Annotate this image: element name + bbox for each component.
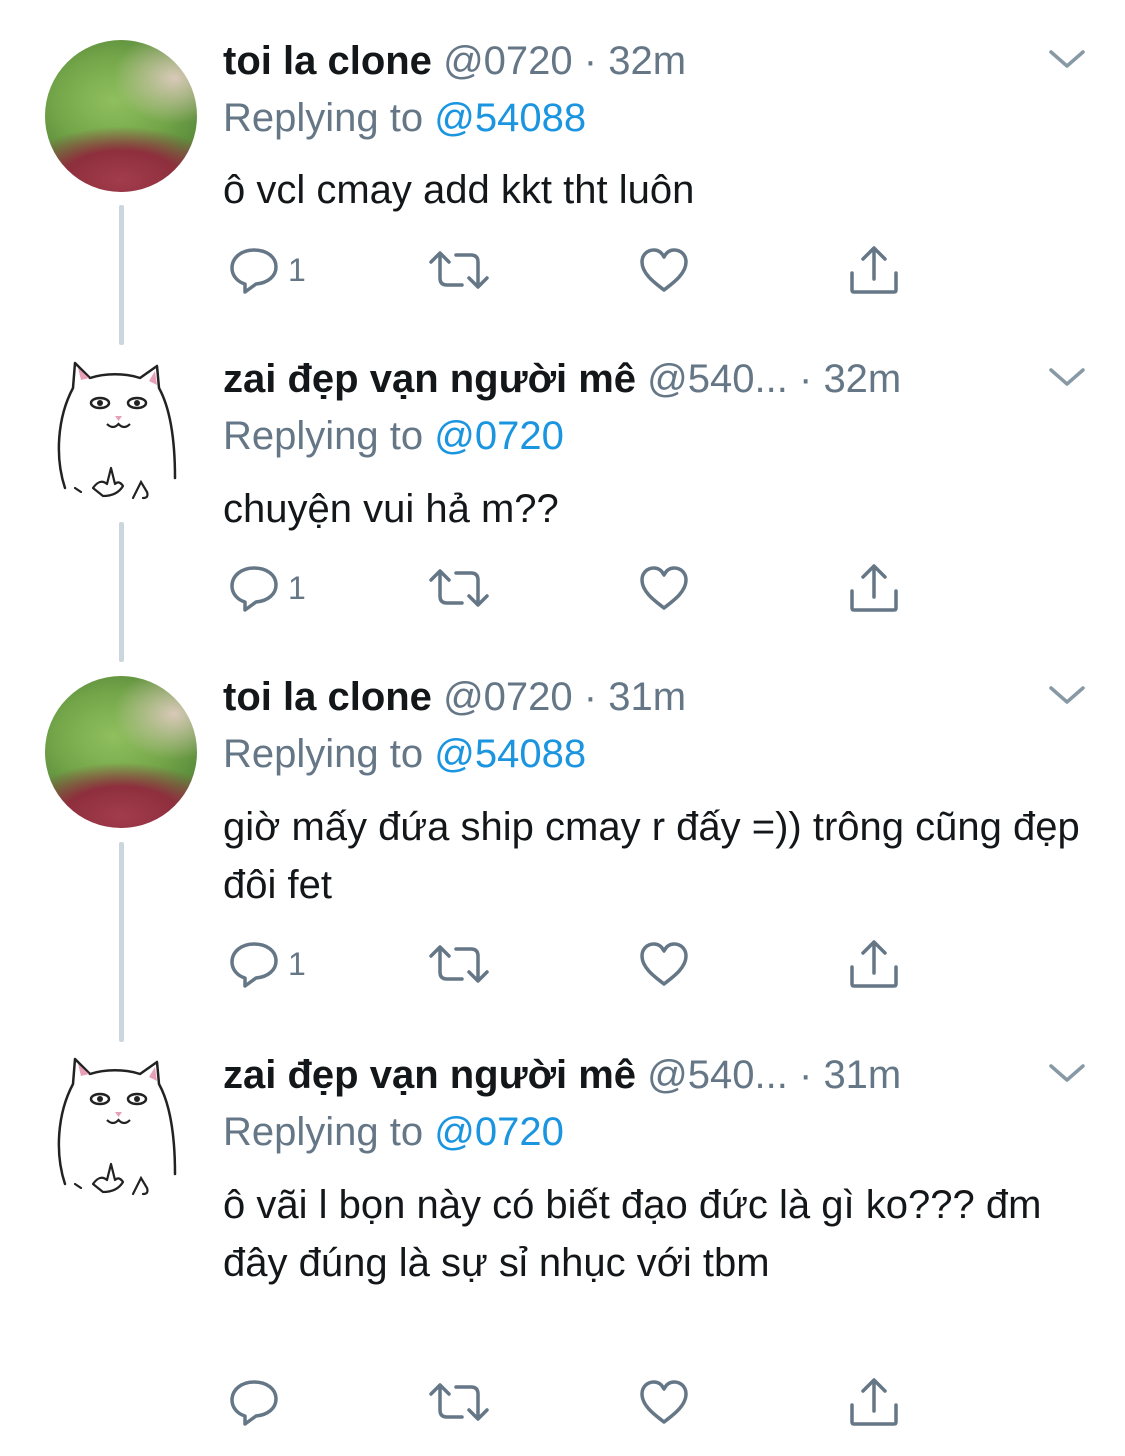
tweet-text: ô vãi l bọn này có biết đạo đức là gì ko… (223, 1183, 1042, 1285)
display-name[interactable]: zai đẹp vạn người mê (223, 1053, 636, 1097)
tweet-text: ô vcl cmay add kkt tht luôn (223, 168, 695, 212)
separator-dot: · (798, 1053, 813, 1097)
avatar[interactable] (45, 40, 197, 192)
retweet-button[interactable] (428, 240, 490, 300)
retweet-icon (429, 1383, 489, 1421)
username-handle[interactable]: @0720 (443, 675, 573, 719)
replying-to-label: Replying to (223, 1110, 424, 1154)
share-icon (850, 246, 898, 294)
username-handle[interactable]: @540... (647, 357, 788, 401)
chevron-down-icon[interactable] (1047, 682, 1087, 708)
heart-icon (640, 248, 688, 292)
share-button[interactable] (848, 558, 900, 618)
tweet-actions: 1 (223, 240, 923, 300)
chevron-down-icon[interactable] (1047, 364, 1087, 390)
tweet-actions (223, 1372, 923, 1432)
tweet-header: toi la clone @0720 · 32m (223, 38, 686, 84)
heart-icon (640, 942, 688, 986)
display-name[interactable]: toi la clone (223, 39, 432, 83)
replying-to-line: Replying to @0720 (223, 1109, 564, 1155)
reply-icon (230, 248, 278, 294)
reply-count: 1 (288, 945, 306, 982)
avatar[interactable] (45, 676, 197, 828)
username-handle[interactable]: @540... (647, 1053, 788, 1097)
avatar[interactable] (45, 1054, 197, 1206)
timestamp[interactable]: 31m (608, 675, 686, 719)
like-button[interactable] (638, 1372, 690, 1432)
tweet-text: chuyện vui hả m?? (223, 487, 559, 531)
retweet-icon (429, 945, 489, 983)
heart-icon (640, 566, 688, 610)
reply-button[interactable]: 1 (228, 240, 306, 300)
reply-button[interactable] (228, 1372, 288, 1432)
reply-icon (230, 942, 278, 988)
tweet-header: zai đẹp vạn người mê @540... · 32m (223, 356, 901, 402)
replying-to-line: Replying to @0720 (223, 413, 564, 459)
display-name[interactable]: toi la clone (223, 675, 432, 719)
username-handle[interactable]: @0720 (443, 39, 573, 83)
share-button[interactable] (848, 240, 900, 300)
tweet-text: giờ mấy đứa ship cmay r đấy =)) trông cũ… (223, 805, 1080, 907)
share-icon (850, 564, 898, 612)
timestamp[interactable]: 32m (608, 39, 686, 83)
chevron-down-icon[interactable] (1047, 46, 1087, 72)
retweet-icon (429, 569, 489, 607)
like-button[interactable] (638, 240, 690, 300)
share-icon (850, 1378, 898, 1426)
reply-button[interactable]: 1 (228, 934, 306, 994)
like-button[interactable] (638, 934, 690, 994)
reply-count: 1 (288, 251, 306, 288)
tweet-header: zai đẹp vạn người mê @540... · 31m (223, 1052, 901, 1098)
replying-to-label: Replying to (223, 732, 424, 776)
replying-to-link[interactable]: @54088 (434, 96, 586, 140)
like-button[interactable] (638, 558, 690, 618)
retweet-button[interactable] (428, 558, 490, 618)
reply-icon (230, 566, 278, 612)
replying-to-label: Replying to (223, 414, 424, 458)
replying-to-line: Replying to @54088 (223, 731, 586, 777)
separator-dot: · (583, 675, 598, 719)
retweet-button[interactable] (428, 1372, 490, 1432)
separator-dot: · (798, 357, 813, 401)
share-button[interactable] (848, 1372, 900, 1432)
share-button[interactable] (848, 934, 900, 994)
tweet-actions: 1 (223, 934, 923, 994)
retweet-button[interactable] (428, 934, 490, 994)
replying-to-link[interactable]: @0720 (434, 1110, 564, 1154)
share-icon (850, 940, 898, 988)
timestamp[interactable]: 32m (823, 357, 901, 401)
display-name[interactable]: zai đẹp vạn người mê (223, 357, 636, 401)
timestamp[interactable]: 31m (823, 1053, 901, 1097)
avatar[interactable] (45, 358, 197, 510)
tweet[interactable]: toi la clone @0720 · 31m Replying to @54… (0, 636, 1125, 1016)
separator-dot: · (583, 39, 598, 83)
tweet-header: toi la clone @0720 · 31m (223, 674, 686, 720)
chevron-down-icon[interactable] (1047, 1060, 1087, 1086)
tweet[interactable]: zai đẹp vạn người mê @540... · 31m Reply… (0, 1014, 1125, 1454)
retweet-icon (429, 251, 489, 289)
replying-to-link[interactable]: @0720 (434, 414, 564, 458)
tweet[interactable]: zai đẹp vạn người mê @540... · 32m Reply… (0, 318, 1125, 638)
tweet-actions: 1 (223, 558, 923, 618)
replying-to-label: Replying to (223, 96, 424, 140)
reply-button[interactable]: 1 (228, 558, 306, 618)
replying-to-link[interactable]: @54088 (434, 732, 586, 776)
reply-count: 1 (288, 569, 306, 606)
replying-to-line: Replying to @54088 (223, 95, 586, 141)
heart-icon (640, 1380, 688, 1424)
reply-icon (230, 1380, 278, 1426)
tweet[interactable]: toi la clone @0720 · 32m Replying to @54… (0, 0, 1125, 320)
